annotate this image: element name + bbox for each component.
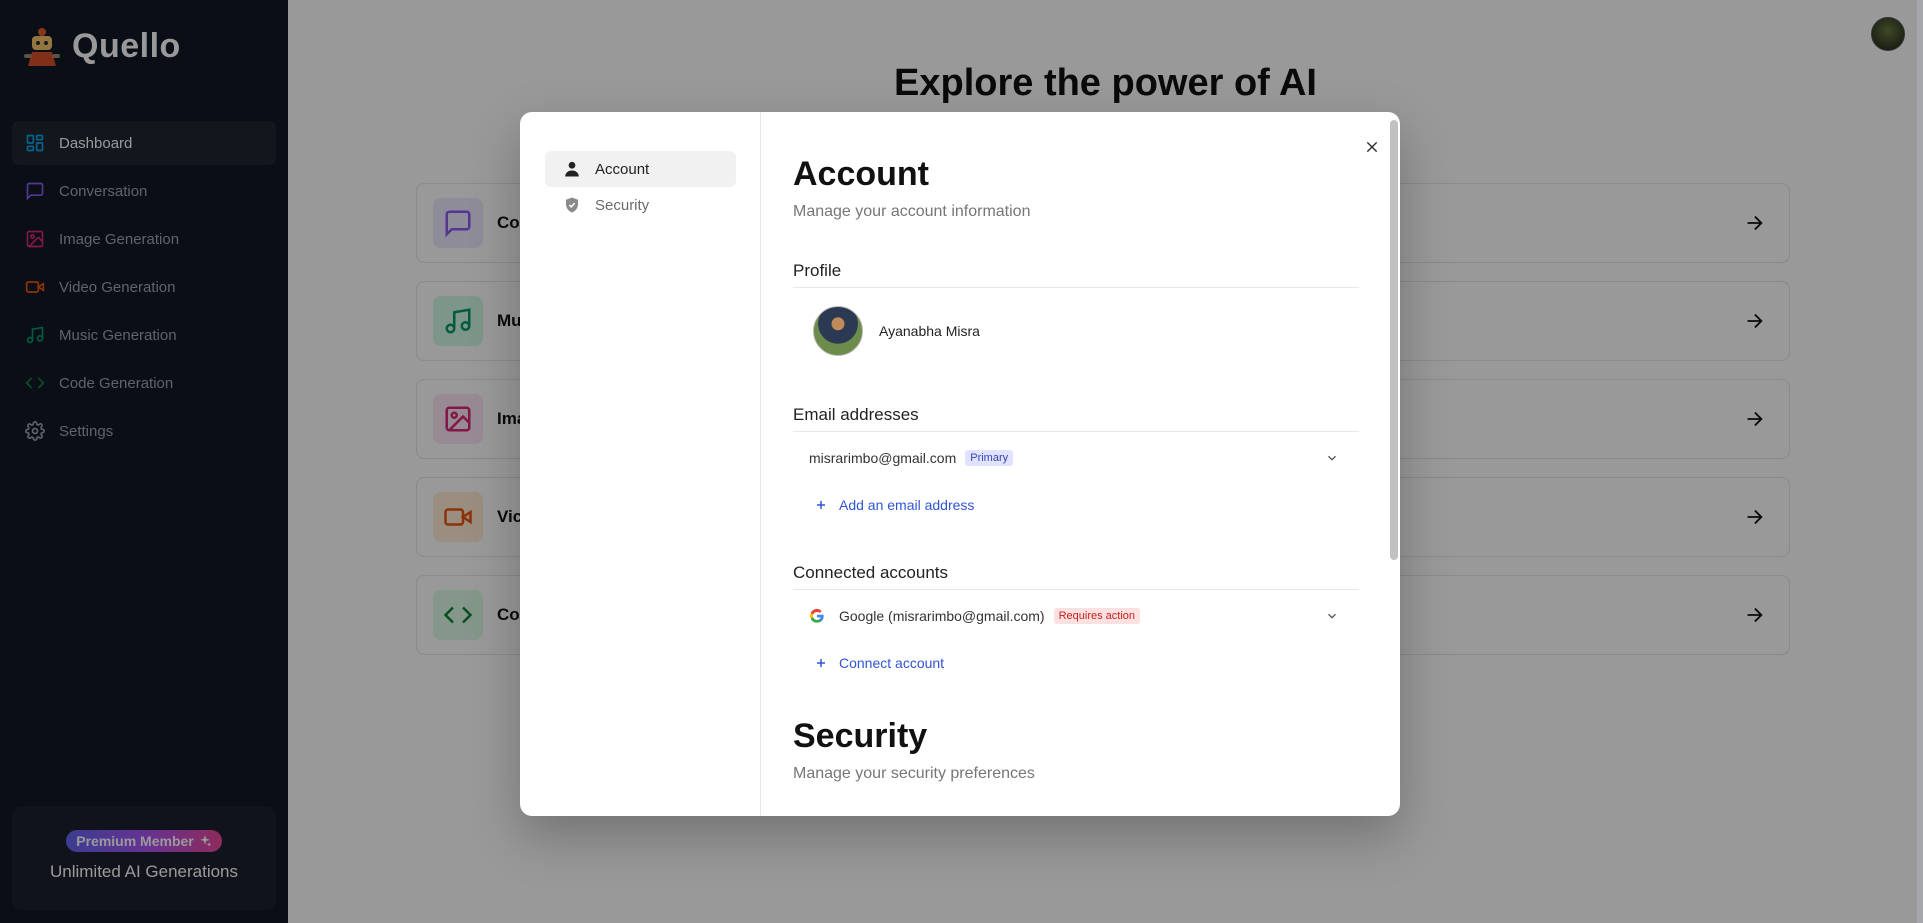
security-subtitle: Manage your security preferences (793, 765, 1035, 782)
profile-avatar[interactable] (813, 306, 863, 356)
account-modal: Account Security Account Manage your acc… (520, 112, 1400, 816)
account-title: Account (793, 155, 929, 193)
google-icon (810, 608, 824, 623)
connected-account-name: Google (misrarimbo@gmail.com) (839, 608, 1045, 624)
close-button[interactable] (1360, 135, 1384, 159)
add-email-label: Add an email address (839, 497, 975, 513)
connected-account-row[interactable]: Google (misrarimbo@gmail.com) Requires a… (793, 604, 1359, 628)
connect-account-button[interactable]: Connect account (815, 655, 944, 671)
modal-tab-security[interactable]: Security (545, 187, 736, 223)
modal-content: Account Manage your account information … (793, 112, 1359, 816)
add-email-button[interactable]: Add an email address (815, 497, 974, 513)
email-row[interactable]: misrarimbo@gmail.com Primary (793, 446, 1359, 470)
close-icon (1366, 141, 1378, 153)
modal-tab-label: Security (595, 196, 650, 214)
plus-icon (817, 659, 825, 667)
account-subtitle: Manage your account information (793, 203, 1031, 220)
modal-scrollbar[interactable] (1390, 120, 1398, 560)
modal-tab-account[interactable]: Account (545, 151, 736, 187)
chevron-down-icon[interactable] (1325, 451, 1339, 465)
email-section-title: Email addresses (793, 405, 919, 424)
profile-section-title: Profile (793, 261, 842, 280)
modal-nav: Account Security (520, 112, 761, 816)
connect-account-label: Connect account (839, 655, 945, 671)
email-address: misrarimbo@gmail.com (809, 450, 957, 466)
divider (793, 589, 1359, 590)
connected-section-title: Connected accounts (793, 563, 948, 582)
modal-tab-label: Account (595, 160, 650, 178)
divider (793, 431, 1359, 432)
page-scrollbar[interactable] (1917, 0, 1923, 923)
chevron-down-icon[interactable] (1325, 609, 1339, 623)
divider (793, 287, 1359, 288)
user-icon (565, 161, 579, 177)
plus-icon (817, 501, 825, 509)
requires-action-badge: Requires action (1053, 608, 1141, 624)
primary-badge: Primary (965, 450, 1014, 466)
profile-name: Ayanabha Misra (879, 323, 980, 339)
shield-icon (566, 197, 578, 213)
security-title: Security (793, 717, 928, 755)
